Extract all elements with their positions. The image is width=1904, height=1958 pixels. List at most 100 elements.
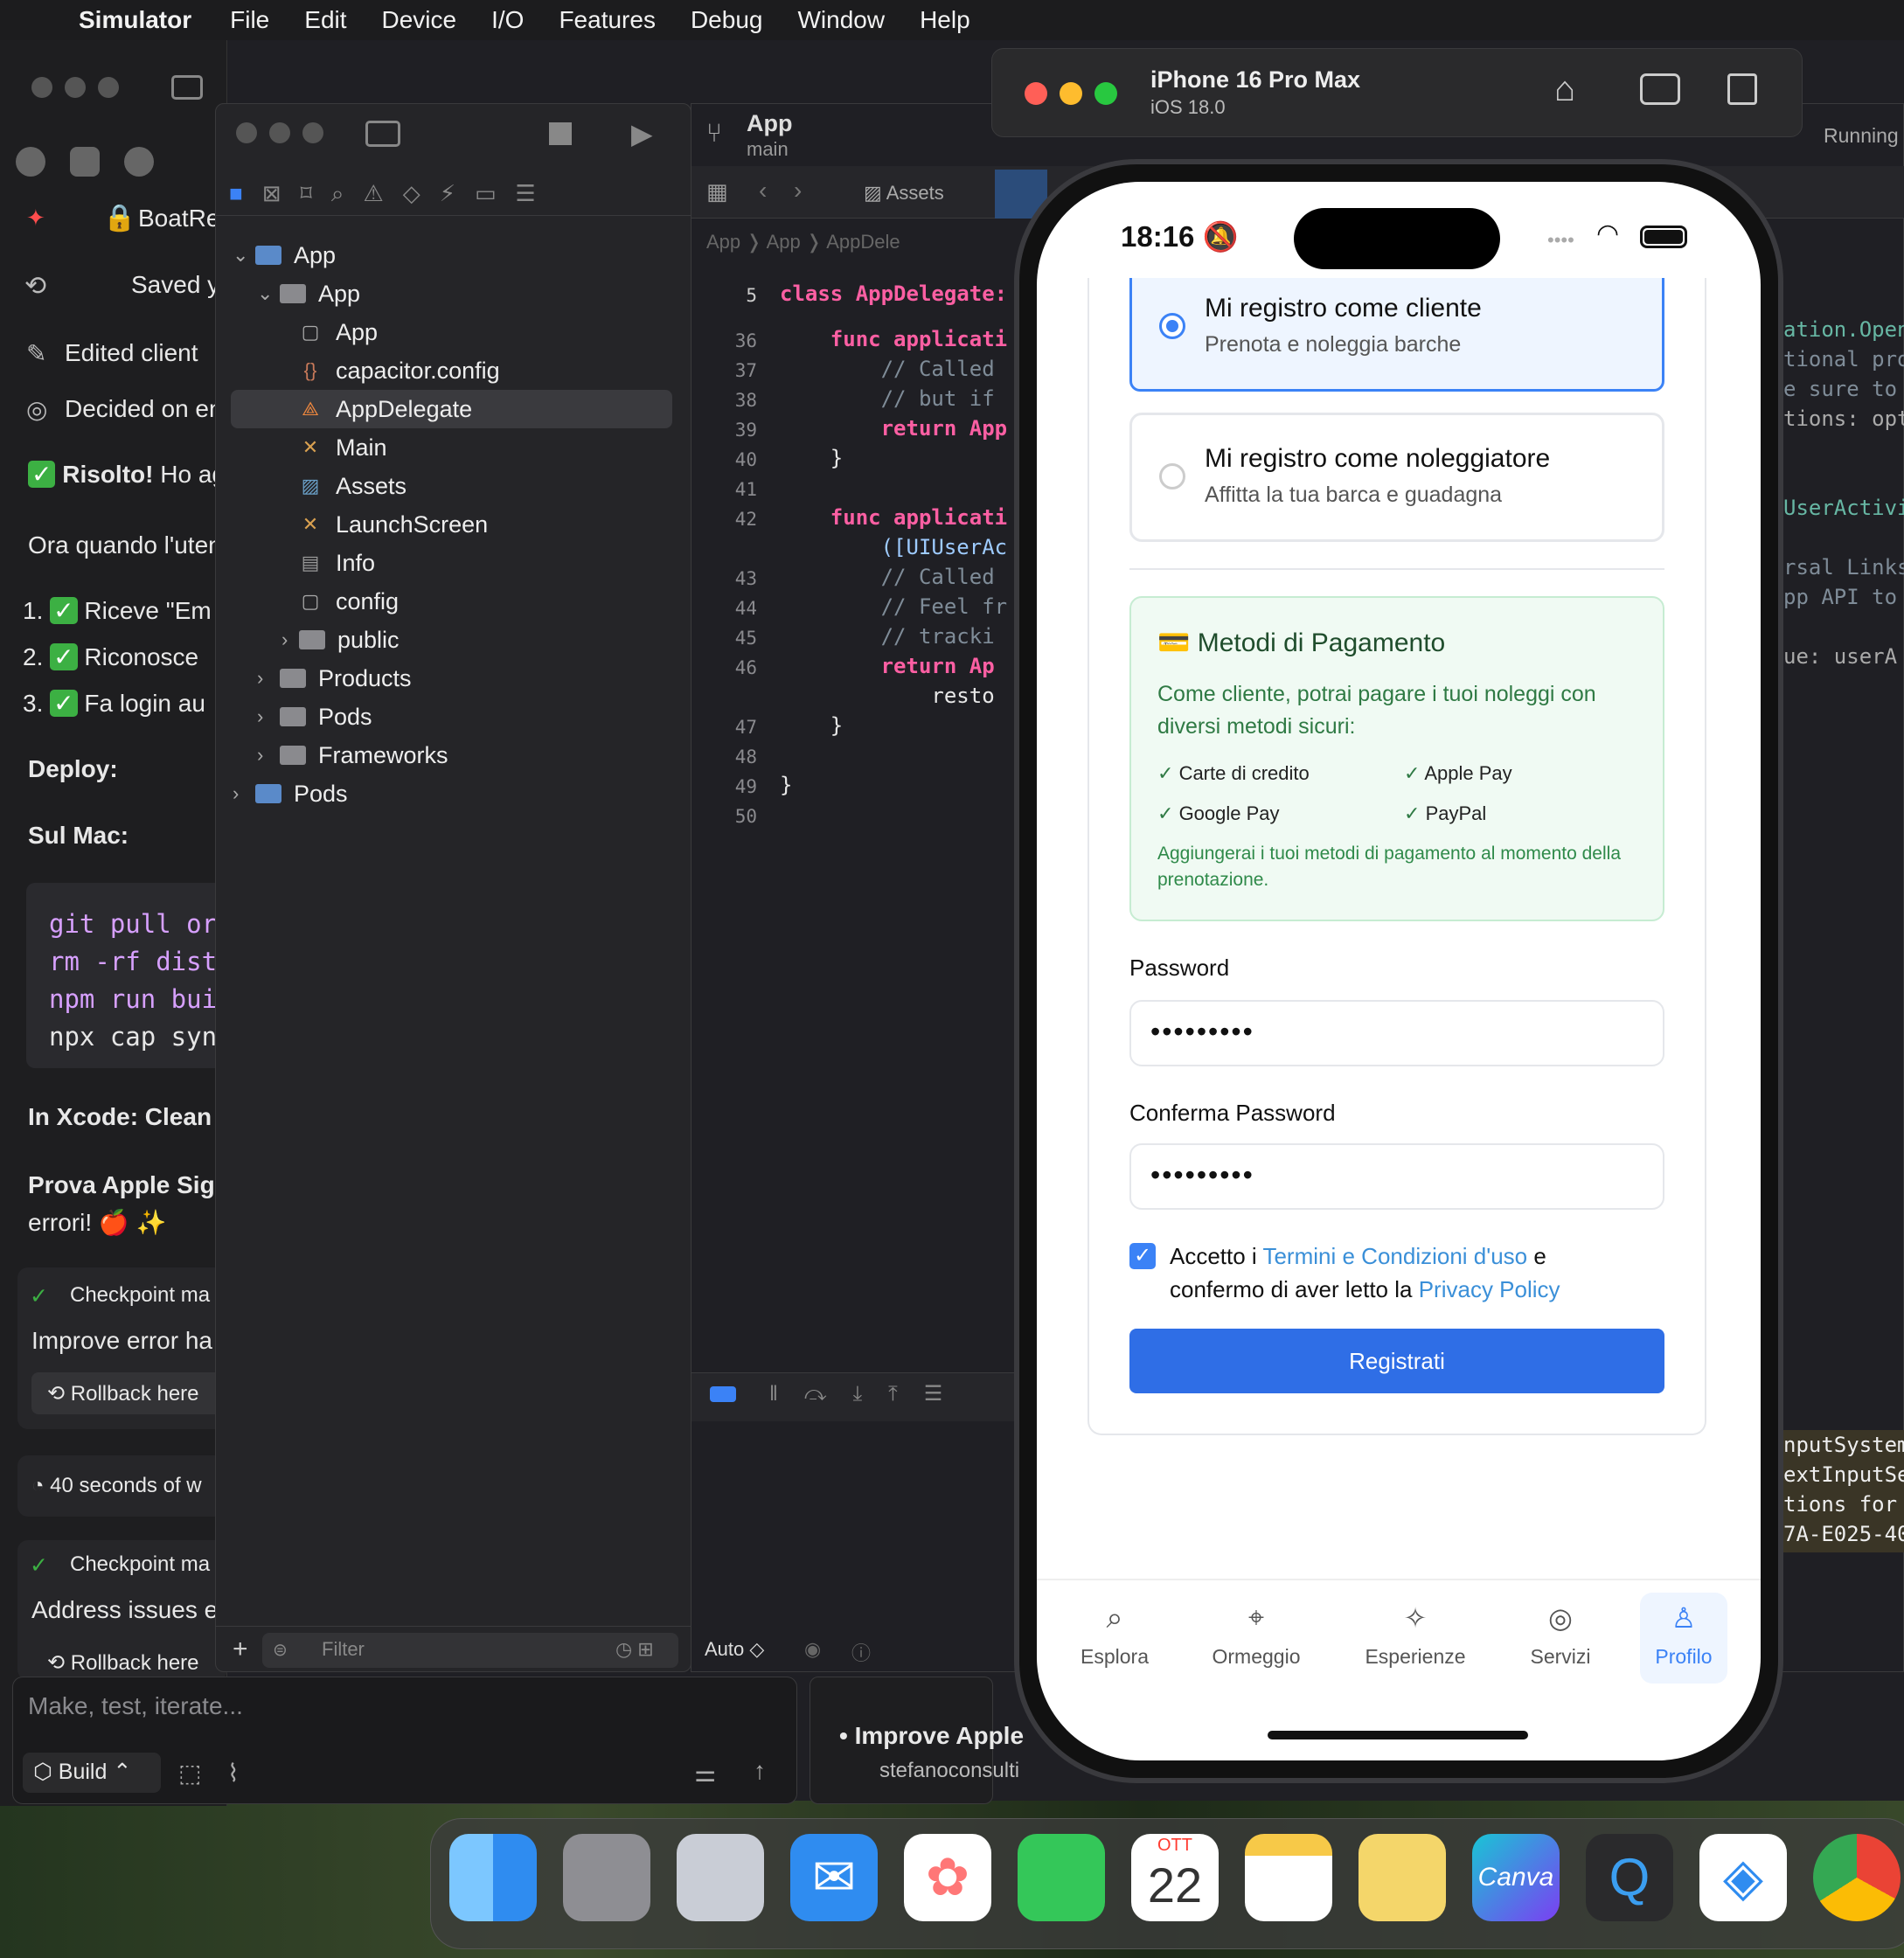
tree-row[interactable]: ▤ Info [281,545,375,580]
canva-icon[interactable]: Canva [1472,1834,1560,1921]
add-icon[interactable]: + [233,1635,248,1664]
radio-cliente[interactable] [1159,313,1185,339]
tree-row[interactable]: ⌄ App [233,238,336,273]
tab-favicon-icon[interactable] [16,147,45,177]
tree-row[interactable]: {} capacitor.config [281,353,500,388]
menu-debug[interactable]: Debug [691,6,763,34]
code-line[interactable]: // tracki [780,624,995,649]
recent-icon[interactable]: ◷ ⊞ [615,1638,654,1661]
minimize-button[interactable] [65,77,86,98]
minimize-button[interactable] [269,122,290,143]
home-icon[interactable]: ⌂ [1554,70,1575,109]
tree-row[interactable]: › Pods [257,699,372,734]
rollback-label[interactable]: ⟲ Rollback here [47,1650,199,1676]
attach-icon[interactable]: ⌇ [227,1759,240,1788]
back-icon[interactable]: ‹ [759,177,767,205]
chrome-icon[interactable] [1813,1834,1901,1921]
disclosure-icon[interactable]: › [257,705,280,728]
auto-selector[interactable]: Auto ◇ [705,1638,764,1661]
system-settings-icon[interactable] [563,1834,650,1921]
mail-icon[interactable]: ✉ [790,1834,878,1921]
menu-window[interactable]: Window [797,6,885,34]
code-line[interactable]: return Ap [780,654,995,678]
settings-sliders-icon[interactable]: ⚌ [694,1759,716,1788]
menu-device[interactable]: Device [382,6,457,34]
photos-icon[interactable]: ✿ [904,1834,991,1921]
privacy-link[interactable]: Privacy Policy [1419,1276,1560,1302]
disclosure-icon[interactable]: › [257,667,280,690]
safari-icon[interactable]: ◈ [1699,1834,1787,1921]
code-line[interactable]: class AppDelegate: [780,281,1007,306]
terms-link[interactable]: Termini e Condizioni d'uso [1262,1243,1527,1269]
option-noleggiatore[interactable] [1129,413,1664,542]
sidebar-toggle-icon[interactable] [365,121,400,147]
code-line[interactable]: resto [780,684,994,708]
close-button[interactable] [236,122,257,143]
code-line[interactable]: ([UIUserAc [780,535,1008,559]
tree-row[interactable]: ✕ Main [281,430,387,465]
project-name[interactable]: BoatRe [138,205,219,233]
info-icon[interactable]: ⓘ [851,1638,871,1666]
tree-row[interactable]: ⟁ AppDelegate [281,392,472,427]
menu-features[interactable]: Features [559,6,656,34]
code-line[interactable]: // Called [780,357,995,381]
tab-ormeggio[interactable]: Ormeggio [1208,1645,1304,1669]
tab-servizi[interactable]: Servizi [1512,1645,1609,1669]
tab-esplora[interactable]: Esplora [1067,1645,1163,1669]
terms-checkbox[interactable]: ✓ [1129,1243,1156,1269]
tree-row[interactable]: ▢ App [281,315,378,350]
menu-io[interactable]: I/O [491,6,524,34]
code-line[interactable]: } [780,446,843,470]
zoom-button[interactable] [302,122,323,143]
menu-help[interactable]: Help [920,6,970,34]
stop-icon[interactable] [549,122,572,145]
finder-icon[interactable] [449,1834,537,1921]
register-button[interactable]: Registrati [1129,1329,1664,1393]
close-button[interactable] [1025,82,1047,105]
navigator-tabs[interactable]: ■⊠⌑⌕⚠◇⚡▭☰ [229,180,555,208]
select-icon[interactable]: ⬚ [178,1759,201,1788]
tab-esperienze[interactable]: Esperienze [1354,1645,1477,1669]
tab-favicon-icon[interactable] [124,147,154,177]
disclosure-icon[interactable]: ⌄ [233,244,255,267]
zoom-button[interactable] [98,77,119,98]
disclosure-icon[interactable]: ⌄ [257,282,280,305]
code-line[interactable]: // but if [780,386,995,411]
disclosure-icon[interactable]: › [233,782,255,805]
tree-row[interactable]: ⌄ App [257,276,360,311]
tree-row[interactable]: › Pods [233,776,348,811]
tab-profilo[interactable]: Profilo [1636,1645,1732,1669]
tree-row[interactable]: › Frameworks [257,738,448,773]
breakpoint-toggle-icon[interactable] [710,1386,736,1402]
menu-file[interactable]: File [230,6,269,34]
chat-input[interactable]: Make, test, iterate... [28,1692,243,1720]
menu-app-name[interactable]: Simulator [79,6,191,34]
launchpad-icon[interactable] [677,1834,764,1921]
notes-icon[interactable] [1245,1834,1332,1921]
tree-row[interactable]: ▨ Assets [281,469,407,503]
tree-row[interactable]: › Products [257,661,412,696]
menu-edit[interactable]: Edit [304,6,346,34]
stickies-icon[interactable] [1359,1834,1446,1921]
code-line[interactable]: func applicati [780,327,1007,351]
code-line[interactable]: return App [780,416,1008,441]
tab-favicon-icon[interactable] [70,147,100,177]
code-line[interactable]: } [780,713,843,738]
tree-row[interactable]: ▢ config [281,584,399,619]
eye-icon[interactable]: ◉ [804,1638,821,1661]
quicktime-icon[interactable]: Q [1586,1834,1673,1921]
disclosure-icon[interactable]: › [281,628,299,651]
send-arrow-icon[interactable]: ↑ [754,1757,766,1785]
rotate-icon[interactable] [1727,73,1757,105]
radio-noleggiatore[interactable] [1159,463,1185,490]
debug-controls[interactable]: ‖⤼⤓⤒☰ [769,1381,969,1406]
disclosure-icon[interactable]: › [257,744,280,767]
scheme-title[interactable]: App [747,110,792,137]
run-icon[interactable]: ▶ [631,117,653,150]
close-button[interactable] [31,77,52,98]
code-line[interactable]: // Called [780,565,995,589]
grid-icon[interactable]: ▦ [706,178,728,205]
zoom-button[interactable] [1094,82,1117,105]
code-line[interactable]: } [780,773,792,797]
tree-row[interactable]: › public [281,622,400,657]
